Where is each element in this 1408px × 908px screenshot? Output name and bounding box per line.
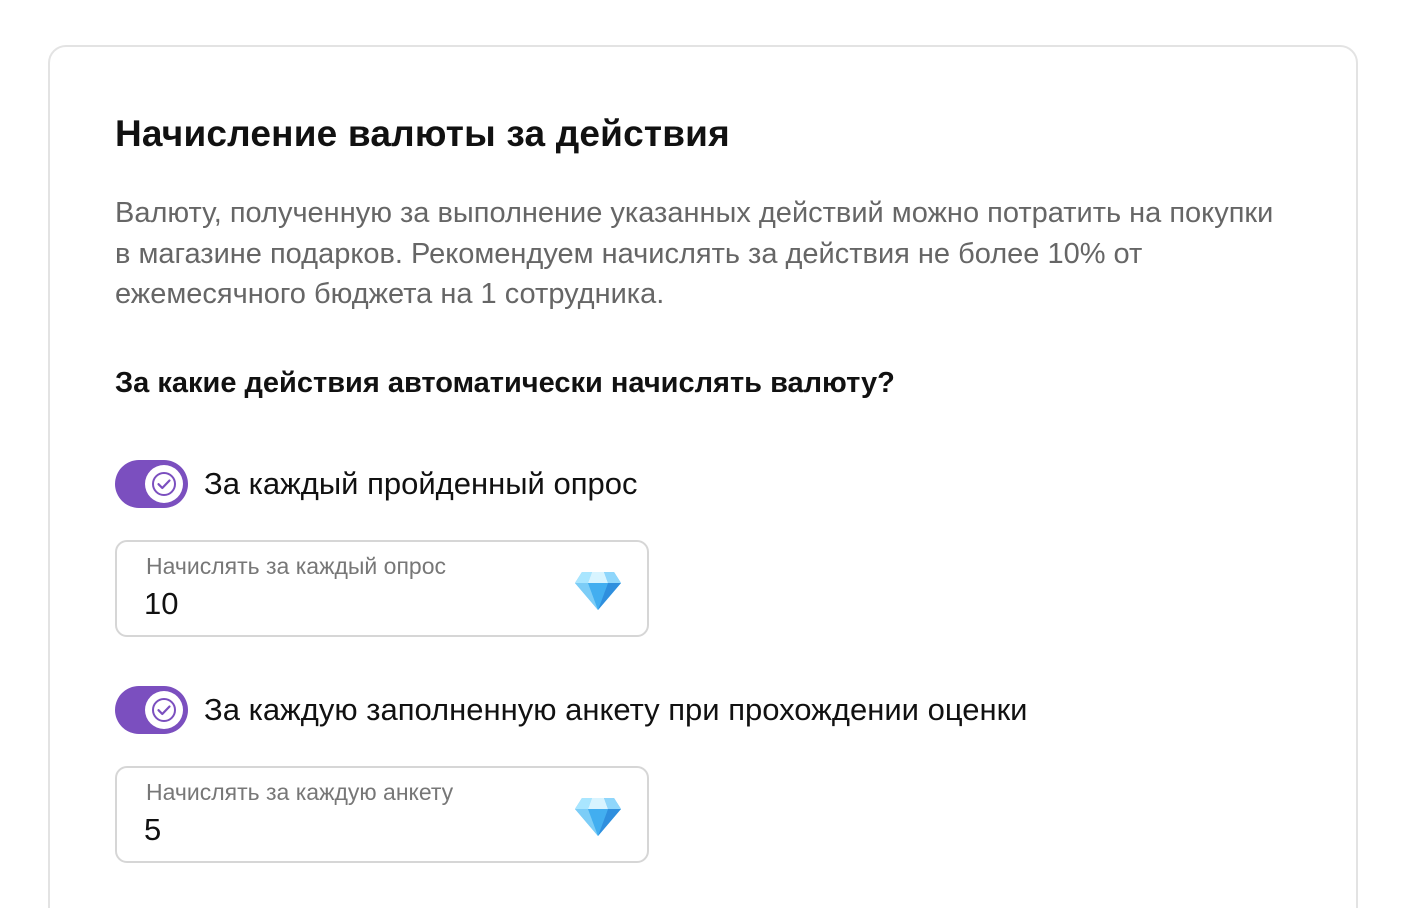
assessment-toggle-label: За каждую заполненную анкету при прохожд…	[204, 692, 1028, 727]
survey-toggle[interactable]	[115, 460, 188, 508]
assessment-toggle-row: За каждую заполненную анкету при прохожд…	[115, 685, 1027, 735]
assessment-toggle[interactable]	[115, 686, 188, 734]
section-title: Начисление валюты за действия	[115, 113, 730, 154]
section-description: Валюту, полученную за выполнение указанн…	[115, 197, 1274, 310]
actions-question: За какие действия автоматически начислят…	[115, 367, 895, 399]
survey-toggle-label: За каждый пройденный опрос	[204, 466, 638, 501]
survey-toggle-row: За каждый пройденный опрос	[115, 459, 637, 509]
page: Начисление валюты за действия Валюту, по…	[0, 0, 1408, 908]
check-icon	[145, 691, 183, 729]
survey-amount-field[interactable]: Начислять за каждый опрос 10	[115, 540, 649, 637]
survey-amount-label: Начислять за каждый опрос	[146, 553, 446, 579]
survey-amount-value[interactable]: 10	[144, 586, 178, 622]
assessment-amount-label: Начислять за каждую анкету	[146, 779, 454, 805]
diamond-icon	[575, 798, 621, 836]
diamond-icon	[575, 572, 621, 610]
assessment-amount-value[interactable]: 5	[144, 812, 161, 848]
check-icon	[145, 465, 183, 503]
assessment-amount-field[interactable]: Начислять за каждую анкету 5	[115, 766, 649, 863]
